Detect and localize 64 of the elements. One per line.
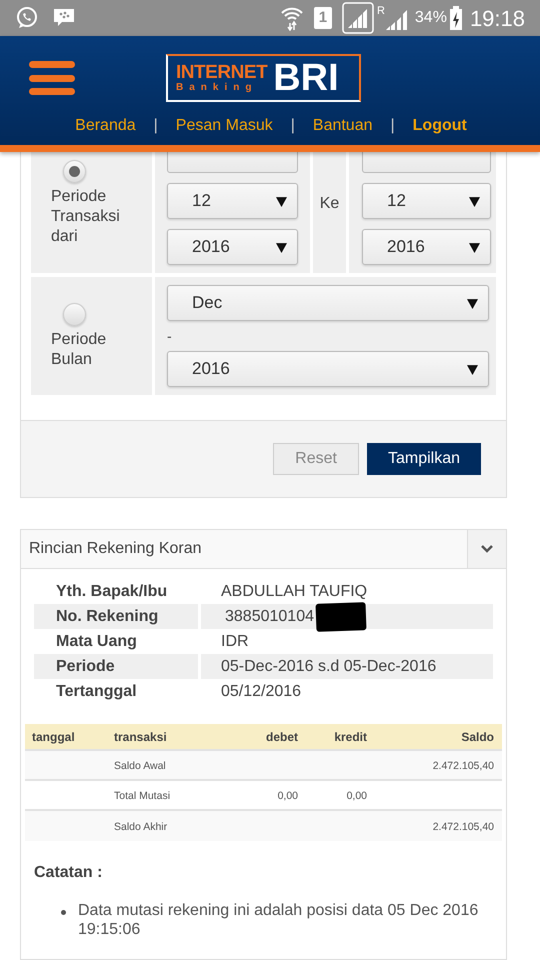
- table-cell: Saldo Awal: [114, 760, 166, 772]
- dropdown-arrow-icon: [467, 364, 478, 374]
- note-text: Data mutasi rekening ini adalah posisi data 05 Dec 2016 19:15:06: [78, 901, 480, 939]
- chevron-icon: [481, 545, 493, 553]
- table-cell: 2.472.105,40: [432, 760, 494, 772]
- to-label-cell: Ke: [313, 152, 346, 273]
- date-select[interactable]: 12: [362, 183, 491, 219]
- sim-card-icon: 1: [314, 7, 332, 29]
- date-select[interactable]: 2016: [362, 229, 491, 265]
- message-icon: [53, 8, 75, 28]
- collapse-toggle[interactable]: [467, 530, 506, 568]
- menu-icon[interactable]: [29, 61, 75, 95]
- nav-link[interactable]: Beranda: [75, 114, 136, 138]
- chat-bubble-icon: [15, 6, 39, 30]
- month-select[interactable]: Dec: [167, 285, 489, 321]
- nav-separator: |: [390, 116, 395, 136]
- column-header: debet: [264, 728, 298, 746]
- info-value: IDR: [221, 632, 249, 652]
- info-value: 05-Dec-2016 s.d 05-Dec-2016: [221, 656, 436, 676]
- info-label: No. Rekening: [34, 604, 198, 629]
- nav-separator: |: [290, 116, 295, 136]
- column-header: kredit: [333, 728, 367, 746]
- battery-charging-icon: [450, 6, 462, 30]
- notes-title: Catatan :: [34, 863, 104, 883]
- roaming-indicator: R: [376, 4, 385, 19]
- dropdown-arrow-icon: [276, 242, 287, 252]
- table-cell: 0,00: [278, 790, 298, 802]
- show-button[interactable]: Tampilkan: [366, 443, 481, 475]
- nav-link[interactable]: Logout: [412, 114, 467, 138]
- battery-percentage: 34%: [414, 8, 447, 28]
- radio-button[interactable]: [63, 160, 86, 182]
- clock: 19:18: [470, 4, 525, 32]
- info-label: Mata Uang: [55, 632, 138, 652]
- info-label: Yth. Bapak/Ibu: [55, 582, 168, 602]
- dropdown-arrow-icon: [469, 196, 480, 206]
- signal-icon: [342, 2, 374, 34]
- year-select[interactable]: 2016: [167, 351, 489, 387]
- dash: -: [167, 326, 173, 346]
- dropdown-arrow-icon: [467, 298, 478, 308]
- column-header: transaksi: [114, 728, 168, 746]
- table-cell: 0,00: [346, 790, 367, 802]
- date-select[interactable]: 12: [167, 183, 298, 219]
- info-value: ABDULLAH TAUFIQ: [221, 582, 368, 602]
- wifi-icon: [280, 5, 304, 31]
- date-select[interactable]: 2016: [167, 229, 298, 265]
- table-cell: Total Mutasi: [114, 790, 170, 802]
- dropdown-arrow-icon: [276, 196, 287, 206]
- nav-link[interactable]: Bantuan: [312, 114, 372, 138]
- table-cell: 2.472.105,40: [432, 821, 494, 833]
- info-value: 05/12/2016: [221, 682, 302, 702]
- info-label: Periode: [34, 654, 198, 679]
- period-label: Periode Transaksi dari: [51, 186, 121, 246]
- table-cell: Saldo Akhir: [114, 821, 168, 833]
- info-label: Tertanggal: [55, 682, 138, 702]
- info-value: 3885010104: [224, 606, 314, 626]
- dropdown-arrow-icon: [469, 242, 480, 252]
- column-header: Saldo: [460, 728, 494, 746]
- nav-link[interactable]: Pesan Masuk: [176, 114, 273, 138]
- nav-separator: |: [154, 116, 158, 136]
- statement-title: Rincian Rekening Koran: [28, 539, 203, 559]
- period-label: Periode Bulan: [51, 330, 108, 370]
- bullet-icon: [61, 910, 66, 915]
- column-header: tanggal: [31, 728, 76, 746]
- radio-button[interactable]: [63, 302, 86, 326]
